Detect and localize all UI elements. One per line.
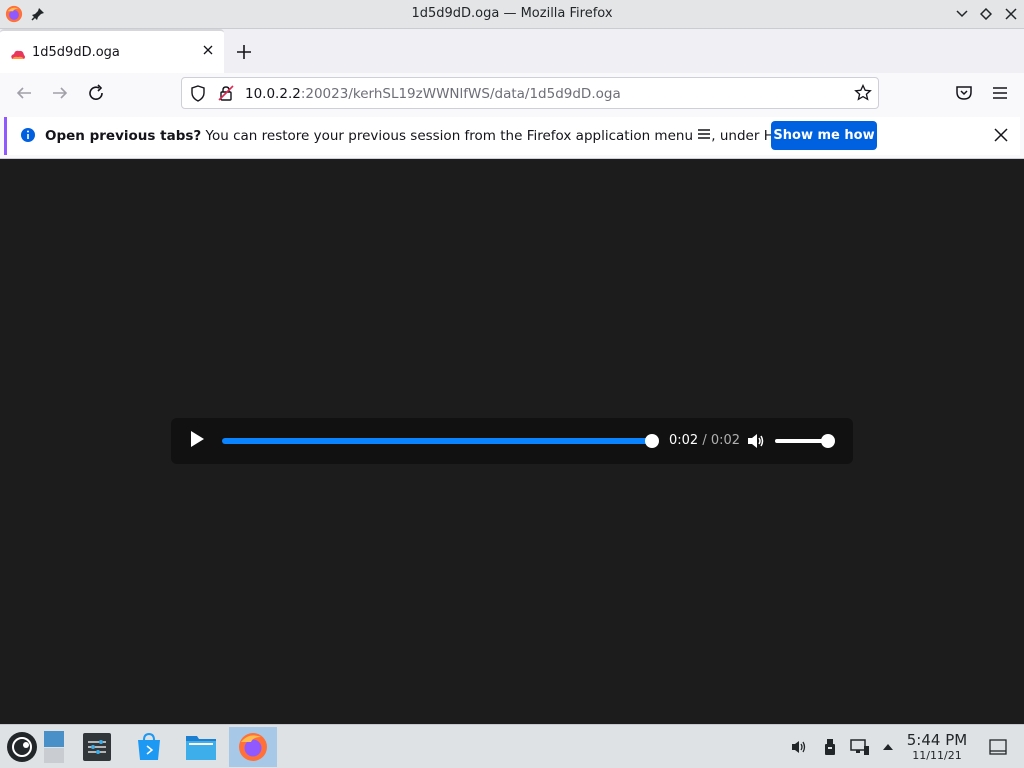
virtual-desktop-pager-icon[interactable] — [36, 727, 72, 767]
url-path: :20023/kerhSL19zWWNlfWS/data/1d5d9dD.oga — [300, 86, 621, 102]
show-me-how-button[interactable]: Show me how — [771, 121, 877, 150]
file-manager-icon[interactable] — [179, 727, 223, 767]
reload-button[interactable] — [84, 81, 108, 105]
bookmark-star-icon[interactable] — [854, 83, 872, 106]
network-tray-icon[interactable] — [847, 727, 873, 767]
inline-menu-icon — [697, 128, 711, 144]
new-tab-button[interactable] — [232, 40, 256, 64]
current-time: 0:02 — [669, 433, 699, 448]
volume-icon[interactable] — [746, 431, 766, 451]
time-separator: / — [698, 433, 711, 448]
time-display: 0:02 / 0:02 — [669, 433, 740, 448]
url-bar[interactable]: 10.0.2.2:20023/kerhSL19zWWNlfWS/data/1d5… — [181, 77, 879, 109]
maximize-icon[interactable] — [976, 4, 996, 24]
taskbar-clock[interactable]: 5:44 PM 11/11/21 — [904, 731, 970, 762]
window-title: 1d5d9dD.oga — Mozilla Firefox — [411, 6, 613, 21]
url-text: 10.0.2.2:20023/kerhSL19zWWNlfWS/data/1d5… — [245, 86, 621, 102]
progress-thumb[interactable] — [645, 434, 659, 448]
clock-time: 5:44 PM — [906, 731, 968, 749]
pocket-icon[interactable] — [952, 81, 976, 105]
url-host: 10.0.2.2 — [245, 86, 301, 102]
duration: 0:02 — [710, 433, 741, 448]
session-restore-notification: Open previous tabs? You can restore your… — [4, 117, 1020, 155]
forward-button[interactable] — [48, 81, 72, 105]
close-notification-icon[interactable] — [991, 125, 1011, 145]
navigation-toolbar: 10.0.2.2:20023/kerhSL19zWWNlfWS/data/1d5… — [0, 73, 1024, 113]
audio-player: 0:02 / 0:02 — [171, 418, 853, 464]
minimize-icon[interactable] — [952, 4, 972, 24]
media-document-area: 0:02 / 0:02 — [0, 159, 1024, 724]
volume-track[interactable] — [775, 439, 827, 443]
firefox-taskbar-icon[interactable] — [229, 727, 277, 767]
play-button[interactable] — [189, 430, 209, 452]
tab-strip: 1d5d9dD.oga — [0, 29, 1024, 73]
tab-favicon-icon — [10, 46, 26, 65]
notification-bold: Open previous tabs? — [45, 128, 202, 144]
notification-message: Open previous tabs? You can restore your… — [45, 128, 814, 144]
clock-date: 11/11/21 — [912, 749, 962, 762]
software-store-icon[interactable] — [127, 727, 171, 767]
info-icon — [20, 127, 36, 147]
app-menu-hamburger-icon[interactable] — [988, 81, 1012, 105]
tracking-protection-shield-icon[interactable] — [190, 85, 206, 106]
window-titlebar: 1d5d9dD.oga — Mozilla Firefox — [0, 0, 1024, 29]
taskbar: 5:44 PM 11/11/21 — [0, 724, 1024, 768]
notification-text: You can restore your previous session fr… — [201, 128, 698, 144]
insecure-lock-icon[interactable] — [218, 85, 234, 106]
volume-tray-icon[interactable] — [786, 727, 812, 767]
show-desktop-icon[interactable] — [986, 727, 1010, 767]
back-button[interactable] — [12, 81, 36, 105]
close-tab-icon[interactable] — [200, 42, 216, 58]
tray-expand-arrow-icon[interactable] — [878, 727, 898, 767]
tab-1d5d9dD[interactable]: 1d5d9dD.oga — [0, 29, 224, 73]
progress-track[interactable] — [222, 438, 653, 444]
system-settings-icon[interactable] — [75, 727, 119, 767]
close-window-icon[interactable] — [1001, 4, 1021, 24]
volume-thumb[interactable] — [821, 434, 835, 448]
removable-device-tray-icon[interactable] — [818, 727, 842, 767]
tab-label: 1d5d9dD.oga — [32, 45, 120, 60]
